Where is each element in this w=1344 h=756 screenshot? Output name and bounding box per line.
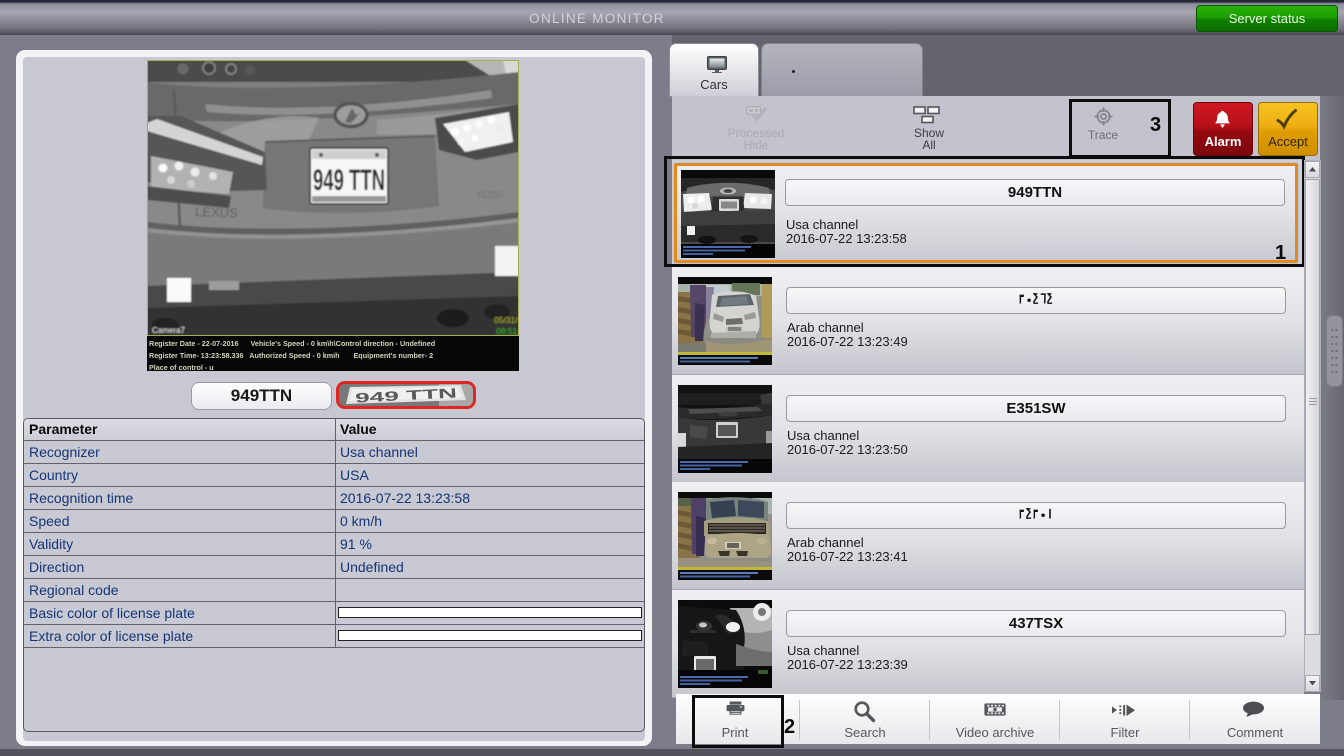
svg-text:05/31/12: 05/31/12 — [494, 315, 519, 325]
svg-text:LEXUS: LEXUS — [195, 204, 238, 220]
svg-text:08:51:51: 08:51:51 — [496, 326, 519, 336]
svg-text:Camera7: Camera7 — [152, 326, 185, 335]
svg-text:949 TTN: 949 TTN — [313, 164, 385, 197]
svg-text:IS250: IS250 — [477, 190, 504, 201]
